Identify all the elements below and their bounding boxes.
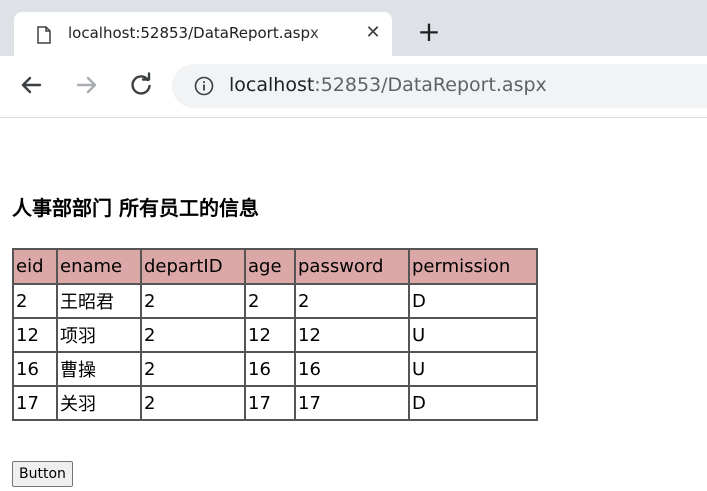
tab-title: localhost:52853/DataReport.aspx (68, 24, 319, 42)
reload-icon[interactable] (126, 70, 156, 100)
url-text: localhost:52853/DataReport.aspx (229, 74, 547, 96)
table-cell: 16 (244, 351, 296, 387)
table-cell: 项羽 (56, 317, 142, 353)
table-cell: D (408, 385, 538, 421)
table-cell: 2 (140, 385, 246, 421)
submit-button[interactable]: Button (12, 461, 73, 487)
url-path: :52853/DataReport.aspx (314, 74, 547, 96)
browser-toolbar: localhost:52853/DataReport.aspx (0, 56, 707, 118)
column-header: eid (12, 248, 58, 285)
table-cell: 12 (12, 317, 58, 353)
employee-table: eid ename departID age password permissi… (12, 248, 538, 421)
table-row: 12 项羽 2 12 12 U (12, 317, 538, 353)
page-title: 人事部部门 所有员工的信息 (12, 196, 259, 220)
table-cell: U (408, 317, 538, 353)
table-cell: D (408, 283, 538, 319)
column-header: permission (408, 248, 538, 285)
close-icon[interactable]: ✕ (362, 22, 384, 44)
column-header: departID (140, 248, 246, 285)
table-cell: 16 (294, 351, 410, 387)
back-arrow-icon[interactable] (16, 70, 46, 100)
browser-tab[interactable]: localhost:52853/DataReport.aspx ✕ (14, 12, 392, 56)
table-cell: 2 (140, 283, 246, 319)
table-cell: 曹操 (56, 351, 142, 387)
forward-arrow-icon[interactable] (72, 70, 102, 100)
table-cell: 16 (12, 351, 58, 387)
table-row: 16 曹操 2 16 16 U (12, 351, 538, 387)
url-host: localhost (229, 74, 315, 96)
table-cell: 2 (140, 351, 246, 387)
page-icon (36, 26, 52, 44)
table-cell: 17 (244, 385, 296, 421)
column-header: password (294, 248, 410, 285)
tab-strip: localhost:52853/DataReport.aspx ✕ + (0, 0, 707, 62)
table-row: 17 关羽 2 17 17 D (12, 385, 538, 421)
table-cell: 2 (12, 283, 58, 319)
column-header: ename (56, 248, 142, 285)
table-cell: 12 (294, 317, 410, 353)
table-cell: 17 (294, 385, 410, 421)
info-icon[interactable] (194, 76, 214, 96)
table-header-row: eid ename departID age password permissi… (12, 248, 538, 285)
new-tab-button[interactable]: + (414, 18, 444, 48)
table-cell: 2 (140, 317, 246, 353)
table-cell: U (408, 351, 538, 387)
table-cell: 关羽 (56, 385, 142, 421)
table-cell: 17 (12, 385, 58, 421)
table-cell: 12 (244, 317, 296, 353)
table-row: 2 王昭君 2 2 2 D (12, 283, 538, 319)
column-header: age (244, 248, 296, 285)
table-cell: 王昭君 (56, 283, 142, 319)
table-cell: 2 (294, 283, 410, 319)
address-bar[interactable]: localhost:52853/DataReport.aspx (172, 64, 707, 108)
table-cell: 2 (244, 283, 296, 319)
